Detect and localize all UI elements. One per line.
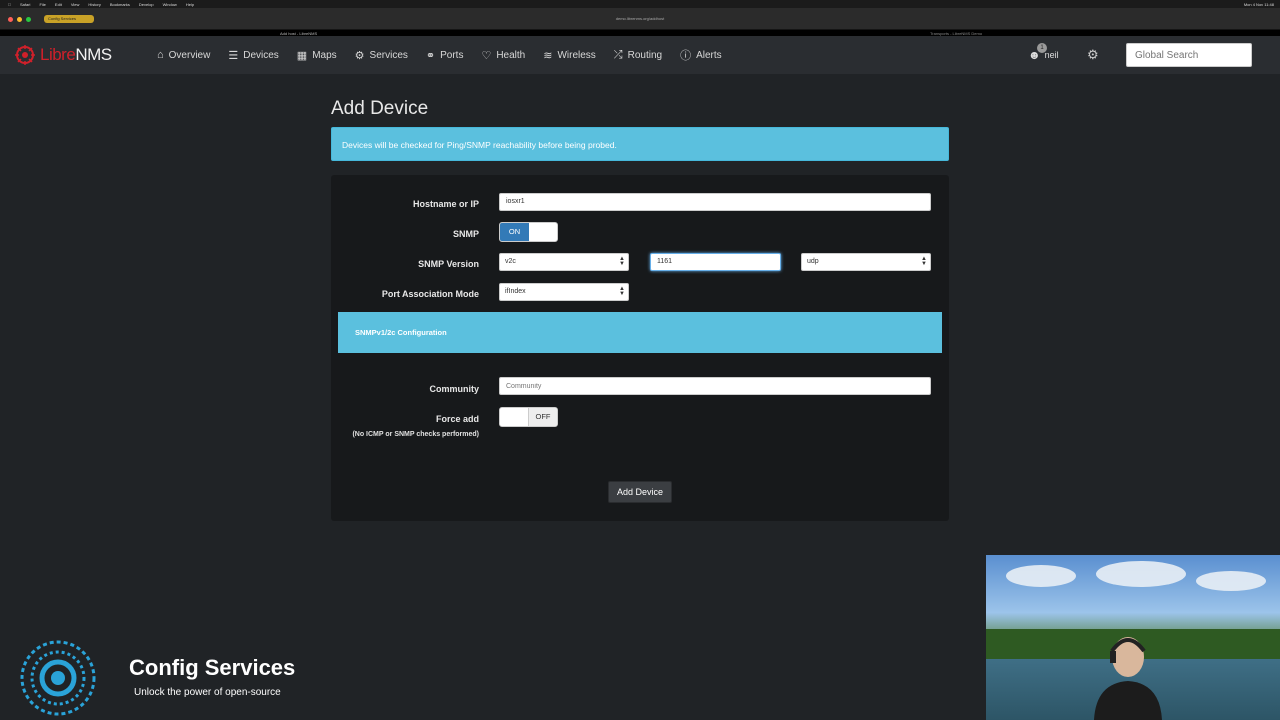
snmp-transport-select[interactable]: udp ▲ ▼ (801, 253, 931, 271)
gear-icon[interactable]: ⚙ (1087, 47, 1099, 63)
page-title: Add Device (331, 98, 429, 119)
nav-menu: ⌂ Overview ☰ Devices ▦ Maps ⚙ Services ⚭ Port… (148, 36, 731, 74)
random-icon: ⤮ (613, 48, 623, 61)
nav-label: Overview (168, 49, 211, 61)
close-window-button[interactable] (8, 17, 13, 22)
cogs-icon: ⚙ (354, 49, 365, 62)
nav-label: Routing (627, 49, 663, 61)
nav-overview[interactable]: ⌂ Overview (148, 36, 219, 74)
snmp-transport-value: udp (807, 258, 819, 265)
community-label: Community (429, 384, 480, 394)
nav-label: Services (369, 49, 408, 61)
brand-logo[interactable]: Libre NMS (14, 44, 134, 66)
heartbeat-icon: ♡ (481, 49, 492, 62)
overlay-brand-name: Config Services (129, 655, 296, 680)
nav-label: Maps (312, 49, 337, 61)
cloud-shape (1196, 571, 1266, 591)
snmp-config-header: SNMPv1/2c Configuration (338, 312, 942, 353)
username: neil (1044, 50, 1059, 60)
librenms-logo-icon (15, 45, 35, 65)
user-menu[interactable]: ☻ 1 neil (1028, 43, 1059, 62)
info-alert: Devices will be checked for Ping/SNMP re… (331, 127, 949, 161)
hostname-label: Hostname or IP (412, 199, 479, 209)
menubar-app[interactable]: Safari (20, 2, 30, 7)
menubar-item[interactable]: Bookmarks (110, 2, 130, 7)
menubar-item[interactable]: Help (186, 2, 194, 7)
community-input[interactable] (499, 377, 931, 395)
config-services-logo-icon (20, 640, 96, 716)
port-association-value: ifIndex (505, 288, 526, 295)
menubar-item[interactable]: Develop (139, 2, 154, 7)
librenms-navbar: Libre NMS ⌂ Overview ☰ Devices ▦ Maps ⚙ Servi… (0, 36, 1280, 74)
force-add-note: (No ICMP or SNMP checks performed) (352, 431, 479, 438)
minimize-window-button[interactable] (17, 17, 22, 22)
overlay-tagline: Unlock the power of open-source (134, 687, 281, 698)
force-add-label: Force add (435, 414, 479, 424)
force-add-toggle-off[interactable]: OFF (528, 408, 557, 426)
nav-label: Health (496, 49, 526, 61)
snmp-version-value: v2c (505, 258, 516, 265)
snmp-version-select[interactable]: v2c ▲ ▼ (499, 253, 629, 271)
hostname-input[interactable]: iosxr1 (499, 193, 931, 211)
add-device-button[interactable]: Add Device (608, 481, 672, 503)
macos-menubar:  Safari File Edit View History Bookmark… (0, 0, 1280, 8)
snmp-toggle-on[interactable]: ON (500, 223, 529, 241)
window-controls (8, 17, 31, 22)
cloud-shape (1096, 561, 1186, 587)
nav-label: Ports (440, 49, 464, 61)
nav-services[interactable]: ⚙ Services (346, 36, 417, 74)
select-caret-icon: ▲ ▼ (921, 256, 927, 267)
presenter-silhouette (1094, 637, 1162, 720)
notification-badge: 1 (1037, 43, 1047, 53)
cloud-shape (1006, 565, 1076, 587)
menubar-item[interactable]: Window (163, 2, 177, 7)
map-icon: ▦ (296, 49, 308, 62)
apple-icon[interactable]:  (8, 2, 11, 7)
nav-health[interactable]: ♡ Health (472, 36, 534, 74)
wifi-icon: ≋ (543, 49, 553, 62)
zoom-window-button[interactable] (26, 17, 31, 22)
force-add-toggle[interactable]: OFF (499, 407, 558, 427)
snmp-port-input[interactable]: 1161 (650, 253, 781, 271)
select-caret-icon: ▲ ▼ (619, 256, 625, 267)
tab-group-pill[interactable]: Config Services (44, 15, 94, 23)
menubar-item[interactable]: History (88, 2, 100, 7)
nav-ports[interactable]: ⚭ Ports (417, 36, 473, 74)
select-caret-icon: ▲ ▼ (619, 286, 625, 297)
nav-wireless[interactable]: ≋ Wireless (534, 36, 605, 74)
link-icon: ⚭ (425, 49, 436, 62)
video-branding-overlay: Config Services Unlock the power of open… (6, 637, 326, 719)
global-search-input[interactable] (1126, 43, 1252, 67)
port-association-select[interactable]: ifIndex ▲ ▼ (499, 283, 629, 301)
nav-maps[interactable]: ▦ Maps (288, 36, 346, 74)
menubar-item[interactable]: Edit (55, 2, 62, 7)
brand-text-libre: Libre (40, 45, 76, 64)
nav-label: Alerts (696, 49, 722, 61)
nav-label: Wireless (557, 49, 596, 61)
nav-alerts[interactable]: ⓘ Alerts (671, 36, 731, 74)
port-association-label: Port Association Mode (381, 289, 479, 299)
menubar-item[interactable]: File (39, 2, 45, 7)
snmp-label: SNMP (452, 229, 479, 239)
menubar-clock: Mon 4 Nov 11:48 (1243, 1, 1274, 7)
exclamation-circle-icon: ⓘ (680, 50, 692, 62)
browser-toolbar: Config Services demo.librenms.org/addhos… (0, 8, 1280, 36)
nav-devices[interactable]: ☰ Devices (219, 36, 287, 74)
server-icon: ☰ (228, 49, 239, 62)
nav-routing[interactable]: ⤮ Routing (605, 36, 671, 74)
brand-text-nms: NMS (75, 45, 112, 64)
webcam-video-overlay (986, 555, 1280, 720)
nav-label: Devices (243, 49, 279, 61)
snmp-version-label: SNMP Version (418, 259, 479, 269)
menubar-item[interactable]: View (71, 2, 80, 7)
address-bar[interactable]: demo.librenms.org/addhost (560, 15, 720, 23)
home-icon: ⌂ (157, 49, 164, 61)
snmp-toggle[interactable]: ON (499, 222, 558, 242)
